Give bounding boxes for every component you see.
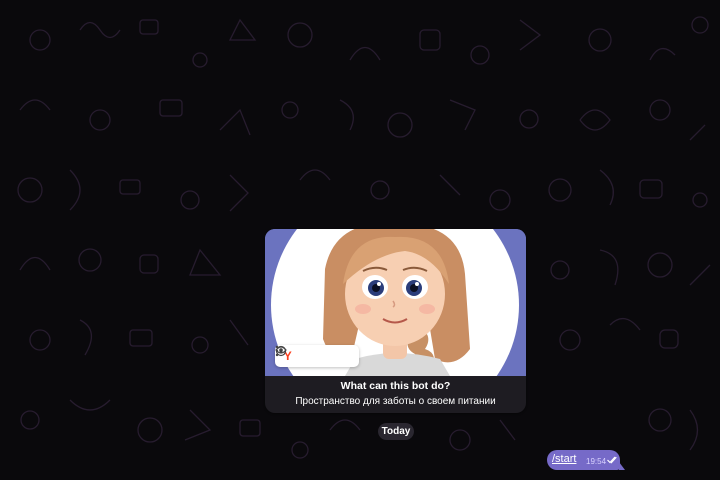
bot-info-card: Y What can this bot do? Пространство для… — [265, 229, 526, 413]
eye-icon[interactable] — [275, 346, 315, 364]
more-vertical-icon[interactable] — [275, 345, 354, 364]
bot-command-link[interactable]: /start — [552, 453, 576, 465]
camera-search-icon[interactable] — [275, 345, 335, 364]
message-time: 19:54 — [586, 457, 607, 466]
double-check-icon — [607, 456, 617, 464]
bot-info-title: What can this bot do? — [340, 380, 451, 392]
bot-avatar-image: Y — [265, 229, 526, 376]
bot-info-description: Пространство для заботы о своем питании — [295, 396, 496, 407]
outgoing-message: /start 19:54 — [547, 450, 625, 470]
date-separator: Today — [378, 423, 414, 440]
image-toolbar: Y — [275, 345, 359, 367]
